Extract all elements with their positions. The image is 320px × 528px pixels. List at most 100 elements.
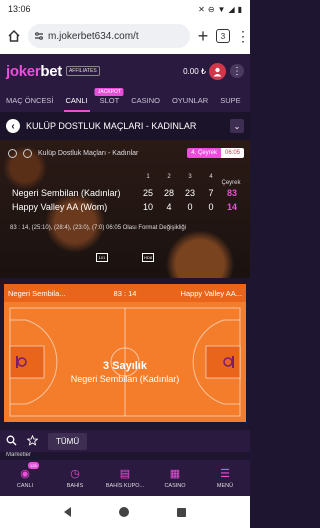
signal-icon: ◢	[228, 4, 235, 14]
status-bar: 13:06 ✕ ⊖ ▼ ◢ ▮	[0, 0, 250, 18]
quarter-label: 3	[188, 174, 192, 180]
hamburger-menu-icon: ☰	[220, 468, 230, 480]
home-icon[interactable]	[6, 28, 22, 44]
quarter-label: 4	[209, 174, 213, 180]
bottom-nav: ◉ 125 CANLI ◷ BAHİS ▤ BAHİS KUPO... ▦ CA…	[0, 460, 250, 496]
status-icons: ✕ ⊖ ▼ ◢ ▮	[198, 5, 242, 14]
system-back-icon[interactable]	[64, 507, 71, 517]
match-info-text: 83 : 14, (25:10), (28:4), (23:0), (7:0) …	[10, 225, 187, 231]
balance[interactable]: 0.00 ₺	[183, 62, 226, 80]
main-nav: MAÇ ÖNCESİ CANLI SLOT JACKPOT CASINO OYU…	[0, 88, 250, 112]
live-icon: ◉	[20, 468, 30, 480]
period-label: 4. Çeyrek	[187, 148, 221, 158]
tracker-header: Negeri Sembila... 83 : 14 Happy Valley A…	[4, 284, 246, 302]
quarter-score: 23	[184, 188, 195, 198]
bottom-nav-label: BAHİS KUPO...	[105, 483, 145, 489]
bottom-nav-casino[interactable]: ▦ CASINO	[150, 460, 200, 496]
bottom-nav-label: MENÜ	[216, 483, 234, 489]
user-avatar-icon[interactable]	[209, 62, 226, 80]
globe-icon	[23, 148, 32, 158]
browser-menu-icon[interactable]: ⋮	[236, 28, 250, 45]
mute-icon: ✕	[198, 4, 205, 14]
nav-item-games[interactable]: OYUNLAR	[166, 88, 214, 112]
quarter-score: 25	[142, 188, 153, 198]
spacer	[0, 422, 250, 430]
site-header: jokerbet AFFILIATES 0.00 ₺ ⋮	[0, 54, 250, 88]
logo-main: joker	[6, 62, 41, 80]
scoreboard: Kulüp Dostluk Maçları - Kadınlar 4. Çeyr…	[0, 140, 250, 278]
quarter-label: 1	[146, 174, 150, 180]
back-button[interactable]: ‹	[6, 119, 20, 133]
timer-icon: ◷	[70, 468, 80, 480]
basketball-icon	[8, 148, 17, 158]
quarter-score: 0	[187, 202, 193, 212]
chevron-down-icon[interactable]: ⌄	[230, 119, 244, 133]
team-row-home: Negeri Sembilan (Kadınlar) 25 28 23 7 83	[12, 188, 242, 198]
system-recents-icon[interactable]	[177, 507, 186, 517]
dnd-icon: ⊖	[207, 4, 215, 14]
status-time: 13:06	[8, 4, 31, 14]
total-score: 14	[226, 202, 237, 212]
tracker-event: 3 Sayılık Negeri Sembilan (Kadınlar)	[4, 360, 246, 384]
period-indicator: 4. Çeyrek 06:05	[187, 148, 244, 158]
nav-item-prematch[interactable]: MAÇ ÖNCESİ	[0, 88, 60, 112]
competition-name: Kulüp Dostluk Maçları - Kadınlar	[38, 149, 139, 157]
tracker-event-title: 3 Sayılık	[102, 360, 148, 372]
url-text: m.jokerbet634.com/t	[48, 30, 139, 42]
nav-item-super[interactable]: SUPE	[214, 88, 246, 112]
bottom-nav-label: CASINO	[164, 483, 186, 489]
quarter-label: 2	[167, 174, 171, 180]
tracker-score: 83 : 14	[113, 288, 137, 298]
url-field[interactable]: m.jokerbet634.com/t	[28, 24, 190, 48]
jackpot-badge: JACKPOT	[94, 88, 124, 96]
quarter-score: 0	[208, 202, 214, 212]
browser-toolbar: m.jokerbet634.com/t + 3 ⋮	[0, 18, 250, 54]
header-menu-icon[interactable]: ⋮	[230, 64, 244, 78]
site-settings-icon[interactable]	[34, 31, 44, 41]
market-filter-bar: TÜMÜ	[0, 430, 250, 452]
total-label: Çeyrek	[221, 180, 241, 186]
nav-item-slot-label: SLOT	[99, 95, 120, 105]
wifi-icon: ▼	[217, 4, 226, 14]
bottom-nav-label: BAHİS	[66, 483, 84, 489]
team-row-away: Happy Valley AA (Wom) 10 4 0 0 14	[12, 202, 242, 212]
bottom-nav-menu[interactable]: ☰ MENÜ	[200, 460, 250, 496]
new-tab-icon[interactable]: +	[196, 26, 210, 47]
competition-title-bar: ‹ KULÜP DOSTLUK MAÇLARI - KADINLAR ⌄	[0, 112, 250, 140]
quarter-score: 28	[163, 188, 174, 198]
total-score: 83	[226, 188, 237, 198]
stats-view-icon[interactable]: 101	[96, 253, 108, 262]
bottom-nav-live[interactable]: ◉ 125 CANLI	[0, 460, 50, 496]
tracker-home-team: Negeri Sembila...	[8, 288, 66, 298]
quarter-score: 7	[208, 188, 214, 198]
quarter-score: 4	[166, 202, 172, 212]
affiliates-badge[interactable]: AFFILIATES	[65, 66, 100, 76]
search-icon[interactable]	[6, 435, 17, 448]
bottom-nav-betslip[interactable]: ▤ BAHİS KUPO...	[100, 460, 150, 496]
logo[interactable]: jokerbet	[6, 63, 62, 80]
star-icon[interactable]	[26, 434, 39, 448]
slot-machine-icon: ▦	[169, 468, 181, 480]
logo-accent: bet	[40, 62, 62, 80]
tracker-event-team: Negeri Sembilan (Kadınlar)	[70, 374, 180, 384]
battery-icon: ▮	[237, 4, 242, 14]
bottom-nav-bets[interactable]: ◷ BAHİS	[50, 460, 100, 496]
nav-item-slot[interactable]: SLOT JACKPOT	[94, 88, 126, 112]
system-home-icon[interactable]	[119, 507, 129, 517]
tv-view-icon[interactable]: HD8	[142, 253, 154, 262]
quarter-score: 10	[142, 202, 153, 212]
nav-item-live[interactable]: CANLI	[60, 88, 94, 112]
bottom-nav-label: CANLI	[16, 483, 34, 489]
live-count-badge: 125	[28, 462, 39, 469]
tab-all[interactable]: TÜMÜ	[48, 432, 88, 450]
match-tracker: Negeri Sembila... 83 : 14 Happy Valley A…	[4, 284, 246, 422]
nav-item-casino[interactable]: CASINO	[125, 88, 166, 112]
game-clock: 06:05	[220, 148, 244, 158]
betslip-icon: ▤	[119, 468, 131, 480]
tracker-away-team: Happy Valley AA...	[180, 288, 242, 298]
markets-label: Marketler	[0, 452, 250, 460]
tab-switcher-button[interactable]: 3	[216, 29, 230, 43]
system-nav-bar	[0, 496, 250, 528]
scoreboard-header: Kulüp Dostluk Maçları - Kadınlar 4. Çeyr…	[8, 148, 244, 158]
balance-amount: 0.00 ₺	[183, 66, 206, 76]
